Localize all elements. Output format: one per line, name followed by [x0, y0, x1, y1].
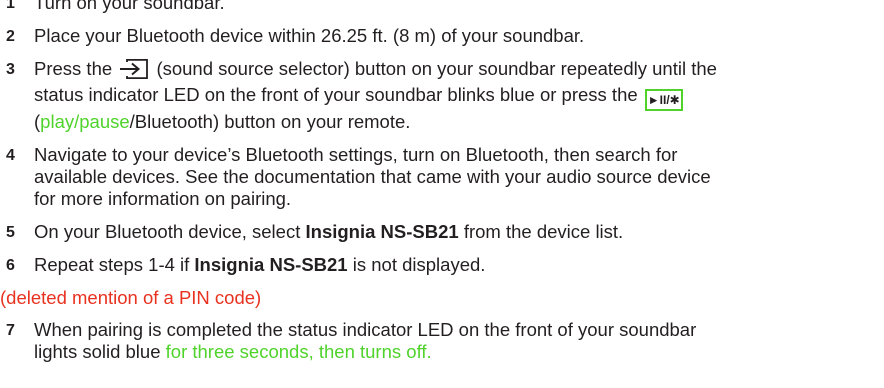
instruction-list: 1 Turn on your soundbar. 2 Place your Bl…	[0, 0, 884, 374]
step-7: 7 When pairing is completed the status i…	[0, 319, 884, 363]
step-number: 1	[6, 0, 15, 12]
green-edit-text: for three seconds, then turns off.	[165, 341, 432, 362]
step-number: 7	[6, 322, 15, 339]
step-5: 5 On your Bluetooth device, select Insig…	[0, 221, 884, 243]
step-text-line-3: for more information on pairing.	[34, 188, 292, 209]
step-text: Turn on your soundbar.	[34, 0, 225, 13]
step-text-line-2: status indicator LED on the front of you…	[34, 84, 884, 111]
step-number: 3	[6, 61, 15, 78]
step-6: 6 Repeat steps 1-4 if Insignia NS-SB21 i…	[0, 254, 884, 276]
step-number: 5	[6, 224, 15, 241]
step-number: 6	[6, 257, 15, 274]
step-text: Repeat steps 1-4 if Insignia NS-SB21 is …	[34, 254, 486, 275]
step-text-line-1: Navigate to your device’s Bluetooth sett…	[34, 144, 678, 165]
step-1: 1 Turn on your soundbar.	[0, 0, 884, 14]
step-text-line-3: (play/pause/Bluetooth) button on your re…	[34, 111, 411, 132]
step-text: Place your Bluetooth device within 26.25…	[34, 25, 585, 46]
device-name: Insignia NS-SB21	[194, 254, 348, 275]
step-2: 2 Place your Bluetooth device within 26.…	[0, 25, 884, 47]
step-text: On your Bluetooth device, select Insigni…	[34, 221, 624, 242]
step-4: 4 Navigate to your device’s Bluetooth se…	[0, 144, 884, 210]
step-text-line-1: Press the (sound source selector) button…	[34, 58, 884, 84]
green-edit-text: play/pause	[40, 111, 130, 132]
step-text-line-2: lights solid blue for three seconds, the…	[34, 341, 432, 362]
step-text-line-1: When pairing is completed the status ind…	[34, 319, 697, 340]
deletion-note: (deleted mention of a PIN code)	[0, 287, 262, 308]
step-text-line-2: available devices. See the documentation…	[34, 166, 711, 187]
source-selector-icon	[119, 58, 149, 84]
device-name: Insignia NS-SB21	[305, 221, 459, 242]
step-number: 2	[6, 28, 15, 45]
play-pause-bluetooth-icon: ►II/✱	[644, 89, 683, 111]
step-number: 4	[6, 147, 15, 164]
step-3: 3 Press the (sound source selector) butt…	[0, 58, 884, 133]
